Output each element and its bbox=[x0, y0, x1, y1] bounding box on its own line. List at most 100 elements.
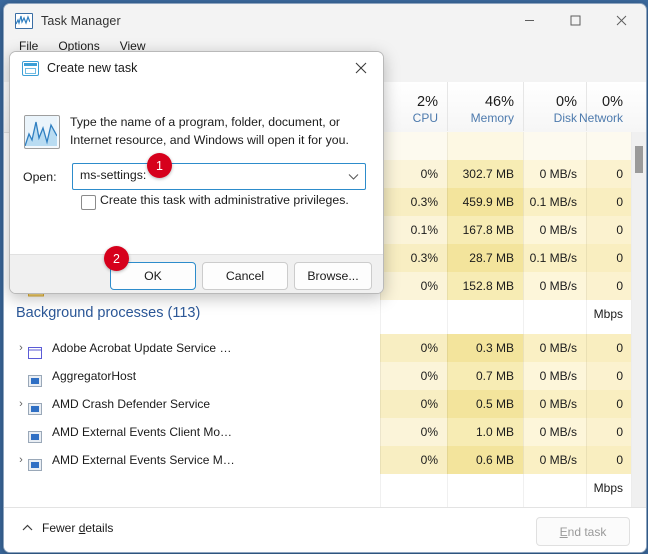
column-header-disk[interactable]: 0% Disk bbox=[523, 82, 586, 131]
dialog-body: Type the name of a program, folder, docu… bbox=[10, 84, 383, 254]
expander-chevron-icon: › bbox=[14, 362, 28, 390]
cell-cpu: 0% bbox=[380, 334, 447, 362]
maximize-button[interactable] bbox=[552, 4, 598, 37]
open-input-value: ms-settings: bbox=[80, 168, 147, 182]
process-name: AMD Crash Defender Service bbox=[52, 397, 211, 411]
window-title: Task Manager bbox=[41, 13, 121, 28]
vertical-scrollbar[interactable] bbox=[631, 132, 646, 507]
cell-disk: 0 MB/s bbox=[523, 446, 586, 474]
process-name: AggregatorHost bbox=[52, 369, 137, 383]
column-header-value-disk: 0% bbox=[556, 94, 577, 110]
cell-memory: 0.5 MB bbox=[447, 390, 523, 418]
table-row[interactable]: › AMD External Events Service M… 0% 0.6 MB 0… bbox=[4, 446, 632, 495]
cell-disk: 0 MB/s bbox=[523, 216, 586, 244]
cell-memory: 459.9 MB bbox=[447, 188, 523, 216]
window-outline-icon bbox=[28, 341, 44, 359]
cell-cpu: 0% bbox=[380, 160, 447, 188]
cell-cpu: 0% bbox=[380, 446, 447, 474]
cell-cpu bbox=[380, 132, 447, 160]
cell-cpu: 0% bbox=[380, 362, 447, 390]
cell-memory: 302.7 MB bbox=[447, 160, 523, 188]
open-input[interactable]: ms-settings: bbox=[72, 163, 366, 190]
vertical-scrollbar-thumb[interactable] bbox=[635, 146, 643, 173]
service-icon bbox=[28, 397, 44, 415]
cell-memory: 28.7 MB bbox=[447, 244, 523, 272]
admin-privileges-checkbox[interactable] bbox=[81, 195, 96, 210]
chevron-up-icon bbox=[22, 522, 33, 534]
dialog-close-button[interactable] bbox=[339, 52, 383, 84]
cell-disk: 0 MB/s bbox=[523, 334, 586, 362]
column-header-value-network: 0% bbox=[602, 94, 623, 110]
cell-network: 0 Mbps bbox=[586, 362, 632, 411]
end-task-label: End task bbox=[559, 524, 607, 539]
expander-chevron-icon[interactable]: › bbox=[14, 390, 28, 418]
task-manager-window: Task Manager File Options View Processes… bbox=[3, 3, 647, 553]
cell-network: 0 Mbps bbox=[586, 446, 632, 495]
cell-disk: 0.1 MB/s bbox=[523, 188, 586, 216]
cell-network: 0 Mbps bbox=[586, 418, 632, 467]
cancel-button[interactable]: Cancel bbox=[202, 262, 288, 290]
column-separator bbox=[523, 132, 524, 507]
process-name: AMD External Events Service M… bbox=[52, 453, 235, 467]
column-header-label-network: Network bbox=[578, 111, 623, 125]
cell-disk bbox=[523, 132, 586, 160]
cell-network bbox=[586, 132, 632, 160]
title-bar: Task Manager bbox=[4, 4, 646, 37]
dialog-title: Create new task bbox=[47, 61, 138, 75]
callout-badge-1: 1 bbox=[147, 153, 172, 178]
fewer-details-button[interactable]: Fewer details bbox=[22, 521, 113, 535]
column-header-network[interactable]: 0% Network bbox=[579, 82, 632, 131]
column-header-label-memory: Memory bbox=[470, 111, 514, 125]
cell-cpu: 0% bbox=[380, 390, 447, 418]
cell-network: 0 Mbps bbox=[586, 216, 632, 265]
cell-name: › AMD External Events Client Mo… bbox=[4, 418, 380, 446]
column-header-memory[interactable]: 46% Memory bbox=[447, 82, 523, 131]
column-separator bbox=[586, 132, 587, 507]
end-task-button[interactable]: End task bbox=[536, 517, 630, 546]
column-separator bbox=[447, 132, 448, 507]
cell-cpu: 0% bbox=[380, 418, 447, 446]
group-header-label: Background processes (113) bbox=[16, 305, 201, 321]
cell-name: › AggregatorHost bbox=[4, 362, 380, 390]
service-icon bbox=[28, 453, 44, 471]
cell-network: 0 Mbps bbox=[586, 244, 632, 293]
column-header-label-disk: Disk bbox=[553, 111, 577, 125]
process-name: Adobe Acrobat Update Service … bbox=[52, 341, 232, 355]
column-header-cpu[interactable]: 2% CPU bbox=[380, 82, 447, 131]
table-row[interactable]: › AggregatorHost 0%0.7 MB0 MB/s0 Mbps bbox=[4, 362, 632, 411]
cell-disk: 0 MB/s bbox=[523, 390, 586, 418]
process-name: AMD External Events Client Mo… bbox=[52, 425, 233, 439]
cell-disk: 0 MB/s bbox=[523, 362, 586, 390]
create-new-task-dialog: Create new task Type the name of a progr… bbox=[9, 51, 384, 294]
cell-name: › AMD Crash Defender Service bbox=[4, 390, 380, 418]
column-header-value-memory: 46% bbox=[484, 94, 514, 110]
cell-memory: 167.8 MB bbox=[447, 216, 523, 244]
table-row[interactable]: › AMD Crash Defender Service 0% 0.5 MB 0 MB/… bbox=[4, 390, 632, 439]
close-button[interactable] bbox=[598, 4, 644, 37]
minimize-button[interactable] bbox=[506, 4, 552, 37]
cell-disk: 0 MB/s bbox=[523, 418, 586, 446]
table-row[interactable]: › Adobe Acrobat Update Service … 0% 0.3 MB 0… bbox=[4, 334, 632, 383]
cell-memory bbox=[447, 132, 523, 160]
browse-button[interactable]: Browse... bbox=[294, 262, 372, 290]
cell-memory: 0.6 MB bbox=[447, 446, 523, 474]
table-row[interactable]: ›AMD External Events Client Mo…0%1.0 MB0… bbox=[4, 418, 632, 467]
chevron-down-icon[interactable] bbox=[342, 165, 364, 188]
task-manager-logo-icon bbox=[24, 115, 60, 149]
cell-memory: 1.0 MB bbox=[447, 418, 523, 446]
cell-disk: 0 MB/s bbox=[523, 272, 586, 300]
open-label: Open: bbox=[23, 170, 57, 184]
expander-chevron-icon[interactable]: › bbox=[14, 334, 28, 362]
callout-badge-2: 2 bbox=[104, 246, 129, 271]
service-icon bbox=[28, 369, 44, 387]
window-controls bbox=[506, 4, 646, 37]
cell-network: 0 Mbps bbox=[586, 334, 632, 383]
cell-network: 0 Mbps bbox=[586, 390, 632, 439]
service-icon bbox=[28, 425, 44, 443]
cell-memory: 0.7 MB bbox=[447, 362, 523, 390]
cell-name: › AMD External Events Service M… bbox=[4, 446, 380, 474]
cell-network: 0 Mbps bbox=[586, 160, 632, 209]
expander-chevron-icon[interactable]: › bbox=[14, 446, 28, 474]
cell-network: 0 Mbps bbox=[586, 272, 632, 321]
group-header[interactable]: Background processes (113) bbox=[4, 300, 632, 334]
